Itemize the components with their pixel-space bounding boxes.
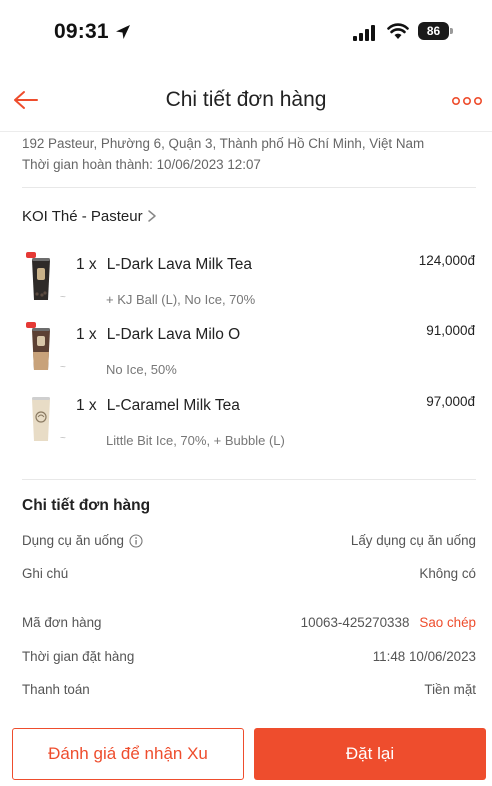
- item-name: L-Dark Lava Milo O: [106, 326, 241, 343]
- note-row: Ghi chú Không có: [22, 566, 476, 586]
- details-title: Chi tiết đơn hàng: [22, 497, 151, 514]
- divider: [22, 479, 476, 480]
- header-divider: [0, 131, 492, 132]
- utensils-label: Dụng cụ ăn uống: [22, 533, 124, 548]
- item-qty: 1 x: [76, 397, 97, 414]
- item-price: 97,000đ: [426, 394, 475, 409]
- utensils-row: Dụng cụ ăn uống Lấy dụng cụ ăn uống: [22, 533, 476, 553]
- list-item[interactable]: ~ 1 x L-Caramel Milk Tea 97,000đ Little B…: [0, 393, 492, 461]
- order-time-row: Thời gian đặt hàng 11:48 10/06/2023: [22, 649, 476, 669]
- item-options: No Ice, 50%: [106, 362, 177, 377]
- utensils-value: Lấy dụng cụ ăn uống: [350, 533, 476, 548]
- header: Chi tiết đơn hàng: [0, 68, 492, 132]
- store-link[interactable]: KOI Thé - Pasteur: [22, 205, 158, 227]
- item-options: Little Bit Ice, 70%, + Bubble (L): [106, 433, 285, 448]
- payment-value: Tiền mặt: [424, 682, 476, 697]
- payment-label: Thanh toán: [22, 682, 90, 697]
- signal-icon: [353, 25, 375, 41]
- order-id-value: 10063-425270338: [300, 615, 410, 630]
- note-label: Ghi chú: [22, 566, 69, 581]
- status-time: 09:31: [54, 20, 109, 43]
- item-qty: 1 x: [76, 326, 97, 343]
- item-price: 91,000đ: [426, 323, 475, 338]
- completed-time: Thời gian hoàn thành: 10/06/2023 12:07: [22, 157, 261, 172]
- reorder-button[interactable]: Đặt lại: [254, 728, 486, 780]
- store-name: KOI Thé - Pasteur: [22, 207, 143, 225]
- item-qty: 1 x: [76, 256, 97, 273]
- wifi-icon: [387, 23, 409, 39]
- item-name: L-Dark Lava Milk Tea: [106, 256, 252, 273]
- chevron-right-icon: [147, 210, 156, 222]
- list-item[interactable]: ~ 1 x L-Dark Lava Milo O 91,000đ No Ice, …: [0, 322, 492, 390]
- item-name: L-Caramel Milk Tea: [106, 397, 240, 414]
- drink-thumbnail-icon: [32, 397, 50, 441]
- divider: [22, 187, 476, 188]
- drink-thumbnail-icon: [26, 322, 50, 370]
- order-time-value: 11:48 10/06/2023: [372, 649, 476, 664]
- copy-button[interactable]: Sao chép: [419, 615, 476, 630]
- order-id-row: Mã đơn hàng 10063-425270338 Sao chép: [22, 615, 476, 635]
- battery-icon: 86: [418, 22, 454, 40]
- drink-thumbnail-icon: [26, 252, 50, 300]
- status-bar: 09:31 86: [0, 0, 492, 62]
- order-time-label: Thời gian đặt hàng: [22, 649, 135, 664]
- location-arrow-icon: [116, 25, 130, 39]
- item-price: 124,000đ: [418, 253, 475, 268]
- payment-row: Thanh toán Tiền mặt: [22, 682, 476, 702]
- more-icon[interactable]: [452, 96, 482, 106]
- delivery-address: 192 Pasteur, Phường 6, Quận 3, Thành phố…: [22, 136, 425, 151]
- item-options: + KJ Ball (L), No Ice, 70%: [106, 292, 256, 307]
- battery-level: 86: [418, 22, 449, 40]
- note-value: Không có: [419, 566, 476, 581]
- bottom-action-bar: Đánh giá để nhận Xu Đặt lại: [0, 716, 492, 786]
- order-id-label: Mã đơn hàng: [22, 615, 102, 630]
- info-icon[interactable]: [129, 533, 143, 548]
- rate-button[interactable]: Đánh giá để nhận Xu: [12, 728, 244, 780]
- list-item[interactable]: ~ 1 x L-Dark Lava Milk Tea 124,000đ + KJ …: [0, 252, 492, 320]
- page-title: Chi tiết đơn hàng: [165, 88, 327, 111]
